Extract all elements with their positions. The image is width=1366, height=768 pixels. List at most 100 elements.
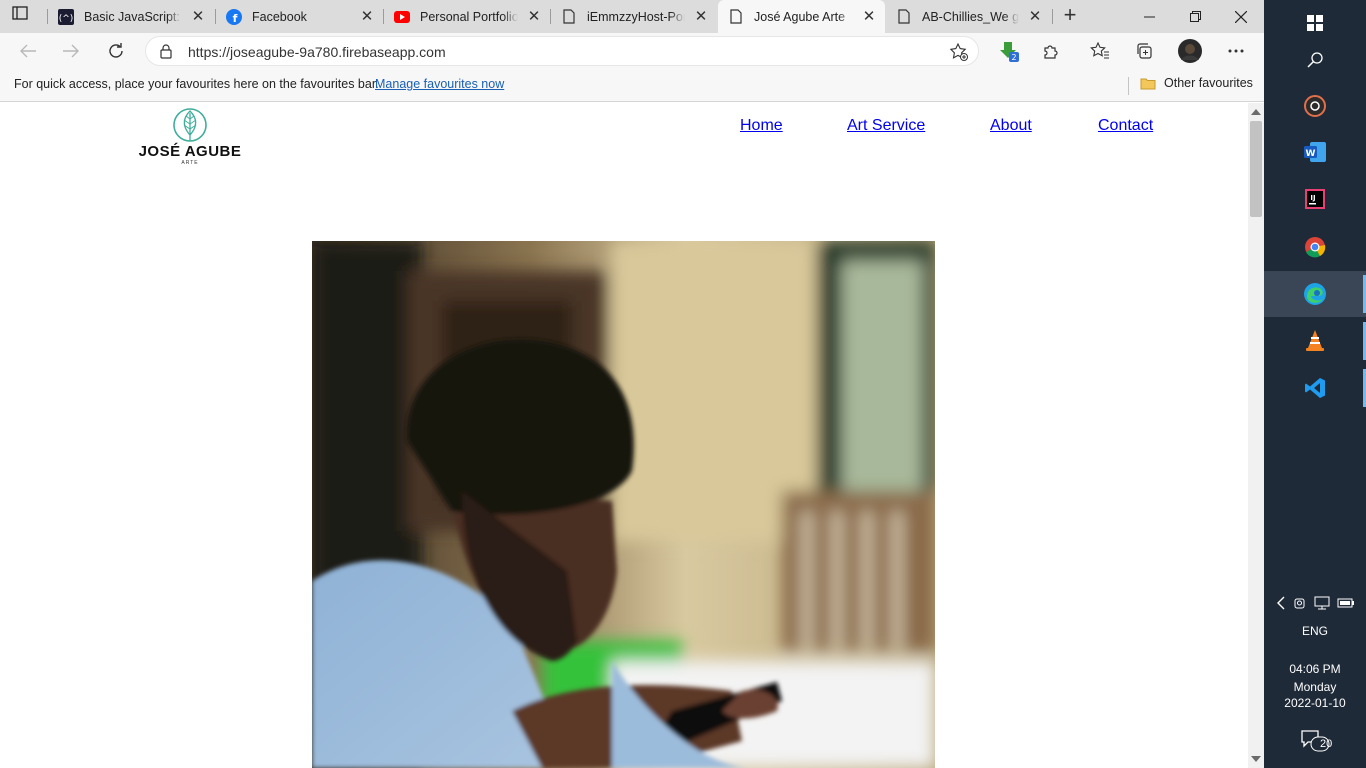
folder-icon <box>1140 78 1156 89</box>
tab-title: AB-Chillies_We give <box>922 9 1019 24</box>
browser-toolbar: https://joseagube-9a780.firebaseapp.com … <box>0 33 1264 69</box>
tab-ab-chillies[interactable]: AB-Chillies_We give ✕ <box>886 0 1051 33</box>
notification-count: 20 <box>1320 738 1333 750</box>
tab-jose-agube-arte[interactable]: José Agube Arte ✕ <box>718 0 885 33</box>
close-icon[interactable]: ✕ <box>526 8 542 25</box>
forward-button[interactable] <box>59 39 83 63</box>
close-icon[interactable]: ✕ <box>693 8 709 25</box>
tab-title: José Agube Arte <box>754 9 846 24</box>
tab-actions-icon <box>12 6 28 20</box>
favourites-icon[interactable] <box>1088 39 1112 63</box>
tab-iemmzzyhost[interactable]: iEmmzzyHost-Portf ✕ <box>551 0 717 33</box>
logo-sub-text: ARTE <box>181 160 199 166</box>
taskbar-word[interactable]: W <box>1264 129 1366 175</box>
collections-icon[interactable] <box>1132 39 1156 63</box>
chevron-left-icon[interactable] <box>1276 596 1286 610</box>
refresh-icon <box>109 43 123 58</box>
tab-title: Basic JavaScript: Ur <box>84 9 182 24</box>
other-favourites-button[interactable]: Other favourites <box>1140 76 1253 90</box>
close-icon[interactable]: ✕ <box>190 8 206 25</box>
svg-text:W: W <box>1306 149 1316 159</box>
tab-youtube[interactable]: Personal Portfolio W ✕ <box>384 0 550 33</box>
page-icon <box>896 9 912 25</box>
close-icon[interactable]: ✕ <box>1027 8 1043 25</box>
leaf-logo-icon <box>173 108 207 142</box>
site-logo[interactable]: JOSÉ AGUBE ARTE <box>128 107 252 169</box>
search-icon <box>1307 52 1323 68</box>
clock-day[interactable]: Monday <box>1264 680 1366 696</box>
youtube-icon <box>394 9 410 25</box>
search-button[interactable] <box>1264 37 1366 83</box>
meet-now-icon[interactable] <box>1293 596 1307 610</box>
back-arrow-icon <box>20 44 36 58</box>
scroll-up-icon[interactable] <box>1251 109 1261 115</box>
page-icon <box>561 9 577 25</box>
address-bar[interactable]: https://joseagube-9a780.firebaseapp.com <box>145 36 979 66</box>
extension-badge: 2 <box>1011 53 1016 62</box>
fcc-icon: (^) <box>58 8 74 25</box>
profile-avatar[interactable] <box>1178 39 1202 63</box>
close-window-button[interactable] <box>1218 0 1264 33</box>
lock-icon[interactable] <box>160 44 172 64</box>
browser-window: (^) Basic JavaScript: Ur ✕ f Facebook ✕ … <box>0 0 1264 768</box>
tab-title: Personal Portfolio W <box>420 9 518 24</box>
favourites-divider <box>1128 77 1129 95</box>
forward-arrow-icon <box>63 44 79 58</box>
favourites-hint: For quick access, place your favourites … <box>14 77 379 91</box>
nav-art-service[interactable]: Art Service <box>847 117 925 135</box>
notifications-button[interactable]: 20 <box>1264 728 1366 756</box>
refresh-button[interactable] <box>104 39 128 63</box>
restore-icon <box>1189 11 1201 22</box>
web-page: JOSÉ AGUBE ARTE Home Art Service About C… <box>0 103 1248 768</box>
taskbar-edge[interactable] <box>1264 271 1366 317</box>
nav-home[interactable]: Home <box>740 117 783 135</box>
facebook-icon: f <box>226 8 242 25</box>
nav-contact[interactable]: Contact <box>1098 117 1153 135</box>
restore-button[interactable] <box>1172 0 1218 33</box>
tab-title: Facebook <box>252 9 307 24</box>
network-icon[interactable] <box>1314 596 1330 610</box>
clock-time[interactable]: 04:06 PM <box>1264 662 1366 678</box>
taskbar-music-app[interactable] <box>1264 83 1366 129</box>
close-icon[interactable]: ✕ <box>359 8 375 25</box>
taskbar-vlc[interactable] <box>1264 318 1366 364</box>
more-menu-icon[interactable] <box>1224 39 1248 63</box>
taskbar-vscode[interactable] <box>1264 365 1366 411</box>
extension-download-icon[interactable]: 2 <box>997 39 1021 63</box>
close-icon[interactable]: ✕ <box>861 8 877 25</box>
battery-icon[interactable] <box>1337 597 1355 609</box>
logo-brand-text: JOSÉ AGUBE <box>138 143 242 160</box>
tab-title: iEmmzzyHost-Portf <box>587 9 685 24</box>
tab-separator <box>1052 9 1053 24</box>
manage-favourites-link[interactable]: Manage favourites now <box>375 77 504 91</box>
windows-taskbar: W IJ ENG 04:06 PM Monday 2022-01-10 20 <box>1264 0 1366 768</box>
tab-freecodecamp[interactable]: (^) Basic JavaScript: Ur ✕ <box>48 0 214 33</box>
tab-facebook[interactable]: f Facebook ✕ <box>216 0 383 33</box>
add-favourite-icon[interactable] <box>949 42 968 66</box>
close-icon <box>1235 10 1247 23</box>
taskbar-intellij[interactable]: IJ <box>1264 176 1366 222</box>
minimize-icon <box>1143 16 1155 18</box>
language-indicator[interactable]: ENG <box>1264 624 1366 640</box>
new-tab-button[interactable]: + <box>1058 4 1082 27</box>
clock-date[interactable]: 2022-01-10 <box>1264 696 1366 712</box>
hero-photo <box>312 241 935 768</box>
scroll-down-icon[interactable] <box>1251 756 1261 762</box>
minimize-button[interactable] <box>1126 0 1172 33</box>
nav-about[interactable]: About <box>990 117 1032 135</box>
start-icon <box>1307 15 1323 31</box>
taskbar-chrome[interactable] <box>1264 224 1366 270</box>
url-text[interactable]: https://joseagube-9a780.firebaseapp.com <box>188 44 446 60</box>
extensions-icon[interactable] <box>1039 39 1063 63</box>
word-icon: W <box>1304 142 1326 162</box>
back-button[interactable] <box>16 39 40 63</box>
hero-photo-graphic <box>312 241 935 768</box>
chrome-icon <box>1305 237 1326 258</box>
svg-text:IJ: IJ <box>1310 194 1315 202</box>
page-scrollbar[interactable] <box>1248 103 1264 768</box>
tab-actions-button[interactable] <box>12 6 36 26</box>
other-favourites-label: Other favourites <box>1164 76 1253 90</box>
edge-icon <box>1304 283 1326 305</box>
svg-text:(^): (^) <box>59 14 74 24</box>
scroll-thumb[interactable] <box>1250 121 1262 217</box>
